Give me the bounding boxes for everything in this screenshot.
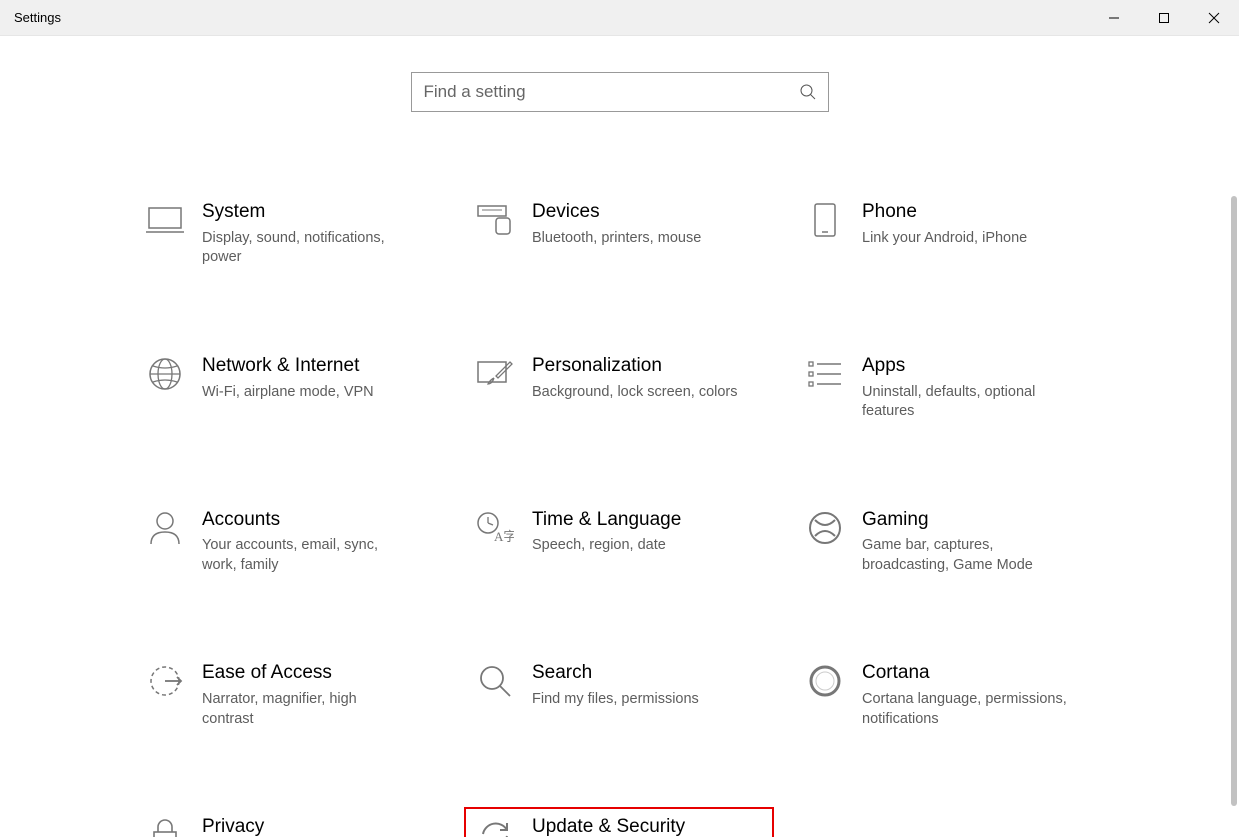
person-icon (140, 506, 190, 550)
magnifier-icon (470, 659, 520, 703)
sync-icon (470, 813, 520, 837)
close-button[interactable] (1189, 0, 1239, 36)
category-title: Personalization (532, 354, 738, 379)
window-title: Settings (14, 10, 61, 25)
category-network[interactable]: Network & Internet Wi-Fi, airplane mode,… (134, 346, 444, 442)
minimize-button[interactable] (1089, 0, 1139, 36)
category-title: Cortana (862, 661, 1070, 686)
category-desc: Background, lock screen, colors (532, 383, 738, 403)
category-privacy[interactable]: Privacy Location, camera, microphone (134, 807, 444, 837)
time-language-icon: A字 (470, 506, 520, 550)
category-title: Devices (532, 200, 701, 225)
search-icon (788, 83, 828, 101)
category-phone[interactable]: Phone Link your Android, iPhone (794, 192, 1104, 288)
category-desc: Display, sound, notifications, power (202, 229, 410, 268)
scrollbar[interactable] (1231, 196, 1237, 826)
category-desc: Speech, region, date (532, 536, 681, 556)
empty-cell (794, 807, 1114, 837)
category-desc: Your accounts, email, sync, work, family (202, 536, 410, 575)
titlebar: Settings (0, 0, 1239, 36)
category-title: Accounts (202, 508, 410, 533)
category-search[interactable]: Search Find my files, permissions (464, 653, 774, 749)
category-title: Privacy (202, 815, 397, 837)
category-gaming[interactable]: Gaming Game bar, captures, broadcasting,… (794, 500, 1104, 596)
scrollbar-thumb[interactable] (1231, 196, 1237, 806)
category-update-security[interactable]: Update & Security Windows Update, recove… (464, 807, 774, 837)
category-time-language[interactable]: A字 Time & Language Speech, region, date (464, 500, 774, 596)
category-desc: Uninstall, defaults, optional features (862, 383, 1070, 422)
categories-grid: System Display, sound, notifications, po… (134, 192, 1114, 837)
category-desc: Find my files, permissions (532, 690, 699, 710)
category-apps[interactable]: Apps Uninstall, defaults, optional featu… (794, 346, 1104, 442)
category-desc: Bluetooth, printers, mouse (532, 229, 701, 249)
maximize-button[interactable] (1139, 0, 1189, 36)
category-title: Time & Language (532, 508, 681, 533)
category-accounts[interactable]: Accounts Your accounts, email, sync, wor… (134, 500, 444, 596)
category-title: Search (532, 661, 699, 686)
category-desc: Wi-Fi, airplane mode, VPN (202, 383, 374, 403)
globe-icon (140, 352, 190, 396)
category-personalization[interactable]: Personalization Background, lock screen,… (464, 346, 774, 442)
category-ease-of-access[interactable]: Ease of Access Narrator, magnifier, high… (134, 653, 444, 749)
category-title: Update & Security (532, 815, 740, 837)
category-desc: Narrator, magnifier, high contrast (202, 690, 410, 729)
category-title: Ease of Access (202, 661, 410, 686)
svg-text:A字: A字 (494, 529, 514, 544)
ease-access-icon (140, 659, 190, 703)
search-box[interactable] (411, 72, 829, 112)
category-system[interactable]: System Display, sound, notifications, po… (134, 192, 444, 288)
category-title: System (202, 200, 410, 225)
lock-icon (140, 813, 190, 837)
category-desc: Cortana language, permissions, notificat… (862, 690, 1070, 729)
category-title: Apps (862, 354, 1070, 379)
content-area: System Display, sound, notifications, po… (0, 36, 1239, 837)
apps-list-icon (800, 352, 850, 396)
devices-icon (470, 198, 520, 242)
category-desc: Game bar, captures, broadcasting, Game M… (862, 536, 1070, 575)
system-icon (140, 198, 190, 242)
xbox-icon (800, 506, 850, 550)
search-input[interactable] (412, 82, 788, 102)
category-desc: Link your Android, iPhone (862, 229, 1027, 249)
window-controls (1089, 0, 1239, 36)
category-cortana[interactable]: Cortana Cortana language, permissions, n… (794, 653, 1104, 749)
cortana-icon (800, 659, 850, 703)
category-devices[interactable]: Devices Bluetooth, printers, mouse (464, 192, 774, 288)
category-title: Gaming (862, 508, 1070, 533)
phone-icon (800, 198, 850, 242)
brush-icon (470, 352, 520, 396)
category-title: Network & Internet (202, 354, 374, 379)
category-title: Phone (862, 200, 1027, 225)
